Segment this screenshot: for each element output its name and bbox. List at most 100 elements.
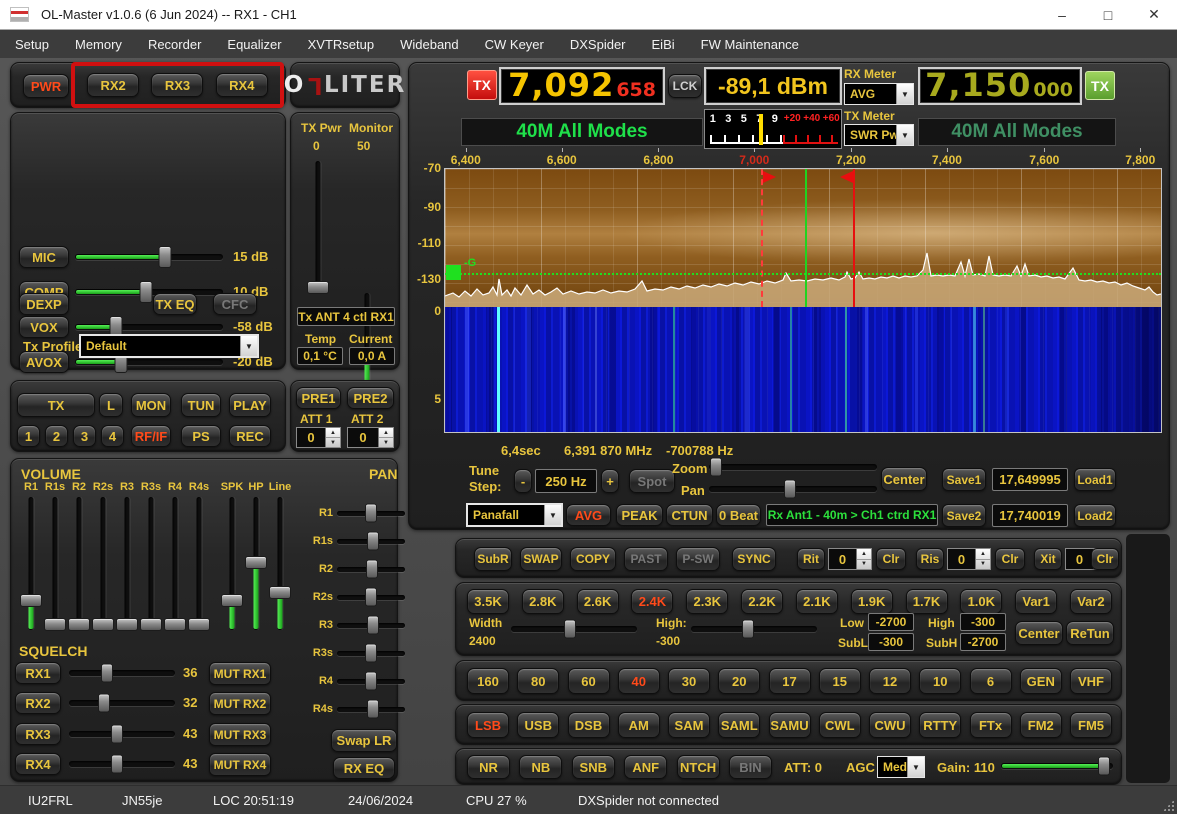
menu-item[interactable]: EiBi	[639, 37, 688, 52]
slider-handle[interactable]	[709, 457, 722, 477]
tx-audio-slider[interactable]	[75, 281, 223, 303]
tune-step-minus-button[interactable]: -	[514, 469, 532, 493]
rit-stepper[interactable]: 0 ▲ ▼	[828, 548, 872, 570]
subrx-button[interactable]: SubR	[474, 547, 512, 571]
rx-frequency-marker[interactable]	[805, 169, 807, 307]
mode-button[interactable]: SAMU	[768, 712, 811, 738]
filter-width-button[interactable]: 2.2K	[741, 589, 784, 614]
tx-eq-button[interactable]: TX EQ	[153, 293, 197, 315]
tx-audio-slider[interactable]	[75, 246, 223, 268]
stepper-arrows-icon[interactable]: ▲▼	[325, 428, 340, 447]
subrx-button[interactable]: COPY	[570, 547, 616, 571]
mode-button[interactable]: SAML	[718, 712, 761, 738]
center-button[interactable]: Center	[881, 467, 927, 491]
rx-button[interactable]: RX4	[215, 73, 268, 97]
filter-width-button[interactable]: 1.0K	[960, 589, 1003, 614]
band-button[interactable]: 15	[818, 668, 861, 694]
tx-audio-button[interactable]: AVOX	[19, 351, 69, 373]
tune-step-plus-button[interactable]: +	[601, 469, 619, 493]
menu-item[interactable]: Wideband	[387, 37, 472, 52]
sub-frequency-marker[interactable]	[853, 169, 855, 307]
rx-button[interactable]: RX2	[87, 73, 140, 97]
high-slider[interactable]	[691, 619, 817, 639]
zero-beat-button[interactable]: 0 Beat	[716, 504, 761, 526]
squelch-grab-handle[interactable]	[446, 265, 461, 280]
tx-a-button[interactable]: TX	[467, 70, 497, 100]
tx-meter-dropdown[interactable]: SWR Pwr ▼	[844, 124, 914, 146]
filter-width-button[interactable]: 1.7K	[905, 589, 948, 614]
filter-center-button[interactable]: Center	[1015, 621, 1063, 645]
xit-clear-button[interactable]: Clr	[1091, 548, 1119, 570]
agc-dropdown[interactable]: Med ▼	[877, 756, 925, 778]
slider-handle[interactable]	[307, 281, 329, 295]
slider-handle[interactable]	[139, 281, 153, 303]
mode-button[interactable]: CWU	[869, 712, 911, 738]
vfo-b-frequency-display[interactable]: 7,150 000	[918, 67, 1082, 105]
tx-control-button[interactable]: REC	[229, 425, 271, 447]
band-button[interactable]: 6	[969, 668, 1012, 694]
subrx-button[interactable]: SYNC	[732, 547, 776, 571]
filter-width-button[interactable]: Var1	[1015, 589, 1058, 614]
pan-slider[interactable]	[709, 479, 877, 499]
tx-control-button[interactable]: 2	[45, 425, 68, 447]
mute-rx-button[interactable]: MUT RX4	[209, 753, 271, 776]
pre2-button[interactable]: PRE2	[347, 387, 394, 409]
stepper-arrows-icon[interactable]: ▲▼	[856, 549, 871, 569]
filter-width-button[interactable]: 2.3K	[686, 589, 729, 614]
dsp-button[interactable]: NTCH	[676, 755, 720, 779]
band-button[interactable]: VHF	[1070, 668, 1112, 694]
att1-stepper[interactable]: 0 ▲ ▼	[296, 427, 341, 448]
tx-pwr-slider[interactable]	[306, 161, 330, 295]
slider-handle[interactable]	[1098, 756, 1111, 776]
mode-button[interactable]: FTx	[969, 712, 1012, 738]
dsp-button[interactable]: NR	[467, 755, 510, 779]
waterfall-display[interactable]	[445, 307, 1161, 432]
dsp-button[interactable]: SNB	[571, 755, 615, 779]
swap-lr-button[interactable]: Swap LR	[331, 729, 397, 752]
slider-handle[interactable]	[564, 619, 577, 639]
display-mode-dropdown[interactable]: Panafall ▼	[466, 503, 563, 527]
menu-item[interactable]: CW Keyer	[472, 37, 557, 52]
dsp-button[interactable]: NB	[519, 755, 563, 779]
pwr-button[interactable]: PWR	[23, 74, 69, 98]
tx-profile-dropdown[interactable]: Default ▼	[79, 334, 259, 358]
filter-width-button[interactable]: 2.6K	[576, 589, 619, 614]
menu-item[interactable]: Recorder	[135, 37, 214, 52]
menu-item[interactable]: Memory	[62, 37, 135, 52]
chevron-down-icon[interactable]: ▼	[240, 336, 257, 356]
slider-handle[interactable]	[158, 246, 172, 268]
dsp-button[interactable]: ANF	[624, 755, 668, 779]
subrx-button[interactable]: PAST	[624, 547, 668, 571]
retune-button[interactable]: ReTun	[1066, 621, 1114, 645]
mode-button[interactable]: DSB	[567, 712, 610, 738]
peak-button[interactable]: PEAK	[616, 504, 663, 526]
tx-audio-button[interactable]: VOX	[19, 316, 69, 338]
menu-item[interactable]: Equalizer	[214, 37, 294, 52]
rx-eq-button[interactable]: RX EQ	[333, 757, 395, 779]
menu-item[interactable]: DXSpider	[557, 37, 639, 52]
spectrum-display[interactable]: -G	[445, 169, 1161, 307]
tx-control-button[interactable]: RF/IF	[131, 425, 171, 447]
avg-button[interactable]: AVG	[566, 504, 611, 526]
stepper-arrows-icon[interactable]: ▲▼	[975, 549, 990, 569]
stepper-arrows-icon[interactable]: ▲▼	[378, 428, 393, 447]
tx-audio-slider[interactable]	[75, 351, 223, 373]
band-button[interactable]: 30	[668, 668, 710, 694]
vfo-a-frequency-display[interactable]: 7,092 658	[499, 67, 665, 105]
save1-button[interactable]: Save1	[942, 468, 986, 491]
minimize-button[interactable]: –	[1039, 0, 1085, 29]
chevron-down-icon[interactable]: ▼	[896, 125, 913, 145]
tx-b-button[interactable]: TX	[1085, 71, 1115, 100]
tx-control-button[interactable]: PS	[181, 425, 221, 447]
load2-button[interactable]: Load2	[1074, 504, 1116, 527]
mute-rx-button[interactable]: MUT RX2	[209, 692, 271, 715]
band-button[interactable]: 40	[617, 668, 660, 694]
tx-control-button[interactable]: 4	[101, 425, 124, 447]
band-button[interactable]: 12	[869, 668, 911, 694]
rit-clear-button[interactable]: Clr	[876, 548, 906, 570]
subrx-button[interactable]: SWAP	[520, 547, 562, 571]
xit-button[interactable]: Xit	[1034, 548, 1062, 570]
filter-width-button[interactable]: 2.8K	[521, 589, 564, 614]
mode-button[interactable]: USB	[517, 712, 560, 738]
menu-item[interactable]: FW Maintenance	[688, 37, 812, 52]
